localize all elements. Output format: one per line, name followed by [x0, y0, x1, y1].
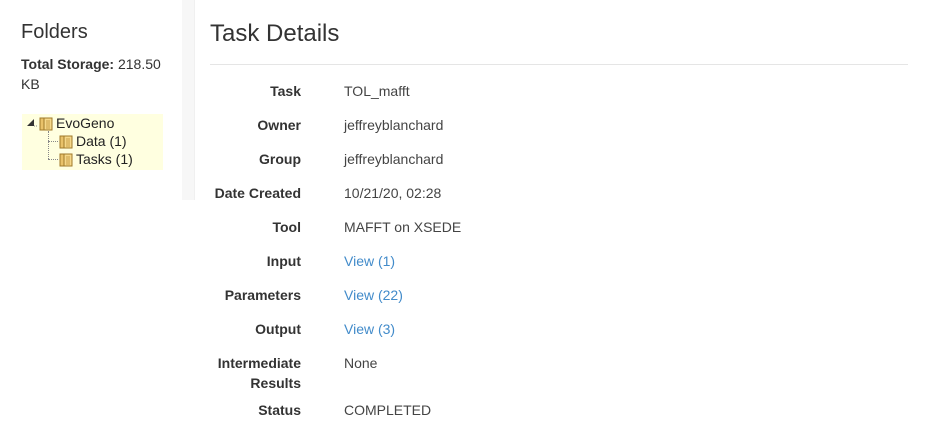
- tree-node-evogeno[interactable]: EvoGeno: [25, 114, 114, 132]
- detail-label: Date Created: [214, 185, 301, 201]
- detail-value: TOL_mafft: [344, 83, 410, 99]
- detail-value: View (22): [344, 285, 403, 305]
- folder-icon: [39, 116, 53, 131]
- view-parameters-link[interactable]: View (22): [344, 287, 403, 303]
- detail-value: View (3): [344, 319, 395, 339]
- collapse-triangle-icon[interactable]: [25, 116, 39, 130]
- detail-label: Status: [258, 402, 301, 418]
- detail-label: Group: [259, 151, 301, 167]
- tree-label-tasks[interactable]: Tasks (1): [76, 150, 133, 168]
- title-divider: [210, 64, 908, 65]
- tree-label-evogeno[interactable]: EvoGeno: [56, 114, 114, 132]
- page-title: Task Details: [210, 20, 340, 47]
- tree-connector: [48, 131, 49, 159]
- sidebar-title: Folders: [21, 21, 88, 43]
- tree-label-data[interactable]: Data (1): [76, 132, 127, 150]
- storage-label: Total Storage:: [21, 56, 115, 72]
- detail-label: Tool: [272, 219, 301, 235]
- detail-value: MAFFT on XSEDE: [344, 219, 462, 235]
- detail-value: None: [344, 355, 378, 371]
- detail-label: Intermediate Results: [217, 355, 301, 391]
- tree-node-tasks[interactable]: Tasks (1): [59, 150, 133, 168]
- view-output-link[interactable]: View (3): [344, 321, 395, 337]
- total-storage: Total Storage: 218.50 KB: [21, 54, 171, 94]
- detail-label: Owner: [257, 117, 301, 133]
- detail-value: jeffreyblanchard: [344, 117, 444, 133]
- detail-value: 10/21/20, 02:28: [344, 185, 442, 201]
- folders-sidebar: Folders Total Storage: 218.50 KB EvoGeno…: [0, 0, 183, 200]
- view-input-link[interactable]: View (1): [344, 253, 395, 269]
- tree-node-data[interactable]: Data (1): [59, 132, 127, 150]
- detail-label: Parameters: [224, 287, 301, 303]
- folder-icon: [59, 152, 73, 167]
- detail-value: jeffreyblanchard: [344, 151, 444, 167]
- folder-icon: [59, 134, 73, 149]
- detail-label: Input: [266, 253, 301, 269]
- sidebar-divider: [182, 0, 195, 200]
- tree-connector: [48, 141, 58, 142]
- detail-value: View (1): [344, 251, 395, 271]
- tree-connector: [48, 159, 58, 160]
- detail-label: Output: [255, 321, 301, 337]
- detail-label: Task: [270, 83, 301, 99]
- folder-tree: EvoGeno Data (1) Tasks (1): [22, 114, 163, 170]
- page: Folders Total Storage: 218.50 KB EvoGeno…: [0, 0, 947, 444]
- status-value: COMPLETED: [344, 402, 432, 418]
